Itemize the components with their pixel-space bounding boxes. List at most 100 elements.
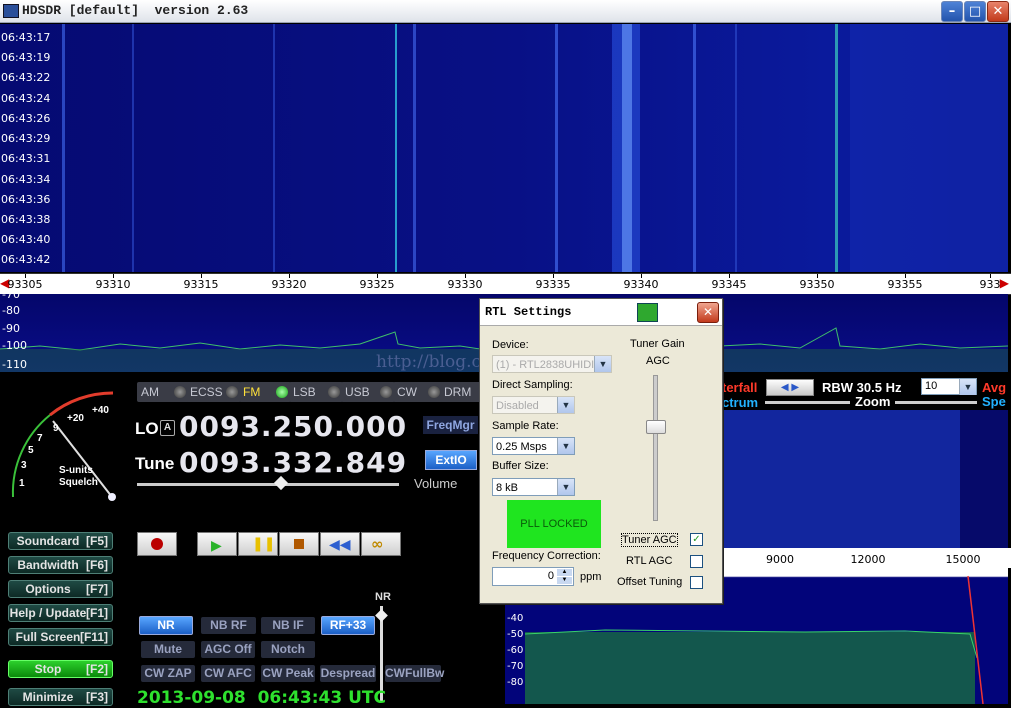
spin-down-icon[interactable]: ▼ (557, 577, 572, 584)
avg-label: Avg (982, 380, 1007, 395)
meter-label-9: 9 (53, 423, 59, 434)
timestamp-label: 06:43:17 (1, 31, 51, 44)
scroll-right-icon[interactable]: ▶ (1000, 276, 1009, 290)
soundcard-button[interactable]: Soundcard [F5] (8, 532, 113, 550)
loop-button[interactable]: ∞ (361, 532, 401, 556)
frequency-tick-label: 93340 (623, 278, 659, 291)
mode-cw-button[interactable]: CW (393, 382, 443, 402)
led-icon (328, 386, 340, 398)
direct-sampling-label: Direct Sampling: (492, 379, 573, 391)
help-update-label: Help / Update (9, 606, 87, 620)
tuner-agc-checkbox[interactable]: ✓ (690, 533, 703, 546)
offset-tuning-checkbox[interactable] (690, 576, 703, 589)
nr-slider-label: NR (375, 591, 391, 603)
rf-gain-button[interactable]: RF+33 (321, 616, 375, 635)
record-button[interactable] (137, 532, 177, 556)
options-button[interactable]: Options [F7] (8, 580, 113, 598)
mode-lsb-button[interactable]: LSB (289, 382, 343, 402)
tuner-gain-thumb[interactable] (646, 420, 666, 434)
waterfall-display[interactable] (0, 24, 1008, 272)
mode-fm-label: FM (243, 385, 261, 399)
direct-sampling-select[interactable]: Disabled ▼ (492, 396, 575, 414)
rtl-agc-checkbox[interactable] (690, 555, 703, 568)
device-select[interactable]: (1) - RTL2838UHIDIR ▼ (492, 355, 612, 373)
minimize-window-button[interactable]: – (941, 1, 963, 22)
minimize-key: [F3] (86, 690, 108, 704)
timestamp-label: 06:43:34 (1, 173, 51, 186)
notch-button[interactable]: Notch (261, 641, 315, 658)
cw-zap-button[interactable]: CW ZAP (141, 665, 195, 682)
extio-button[interactable]: ExtIO (425, 450, 477, 470)
ppm-label: ppm (580, 571, 602, 583)
datetime-display: 2013-09-08 06:43:43 UTC (137, 688, 386, 708)
help-update-key: [F1] (86, 606, 108, 620)
play-icon: ▶ (211, 537, 222, 553)
tune-frequency[interactable]: 0093.332.849 (179, 446, 407, 479)
mode-usb-button[interactable]: USB (341, 382, 395, 402)
bandwidth-key: [F6] (86, 558, 108, 572)
help-update-button[interactable]: Help / Update [F1] (8, 604, 113, 622)
audio-waterfall[interactable] (720, 410, 1008, 548)
frequency-tick (817, 274, 818, 278)
s-meter[interactable]: 1 3 5 7 9 +20 +40 S-units Squelch (5, 385, 130, 510)
cw-peak-button[interactable]: CW Peak (261, 665, 315, 682)
dialog-close-button[interactable]: ✕ (697, 302, 719, 323)
frequency-tick-label: 93330 (447, 278, 483, 291)
play-button[interactable]: ▶ (197, 532, 237, 556)
stop-key: [F2] (86, 662, 108, 676)
spin-up-icon[interactable]: ▲ (557, 569, 572, 576)
spectrum-slider-1[interactable] (765, 401, 850, 404)
nr-button[interactable]: NR (139, 616, 193, 635)
buffer-size-select[interactable]: 8 kB ▼ (492, 478, 575, 496)
meter-caption-squelch: Squelch (59, 477, 98, 488)
cw-fullbw-button[interactable]: CWFullBw (385, 665, 444, 682)
mode-am-label: AM (141, 385, 159, 399)
despread-button[interactable]: Despread (320, 665, 376, 682)
frequency-tick-label: 93355 (887, 278, 923, 291)
dialog-pin-icon[interactable] (637, 303, 658, 322)
led-icon (428, 386, 440, 398)
frequency-scale[interactable]: ◀ ▶ 93305 93310 93315 93320 93325 93330 93335 9… (0, 273, 1011, 295)
meter-label-20: +20 (67, 413, 84, 424)
mode-drm-button[interactable]: DRM (440, 382, 484, 402)
agc-button[interactable]: AGC Off (201, 641, 255, 658)
frequency-tick (990, 274, 991, 278)
pause-button[interactable]: ❚❚ (238, 532, 278, 556)
audio-db-label: -70 (507, 661, 524, 672)
mode-usb-label: USB (345, 385, 370, 399)
tuner-gain-slider[interactable] (653, 375, 658, 521)
audio-db-label: -60 (507, 645, 524, 656)
cw-afc-button[interactable]: CW AFC (201, 665, 255, 682)
audio-frequency-label: 15000 (945, 553, 981, 566)
full-screen-button[interactable]: Full Screen [F11] (8, 628, 113, 646)
stop-button[interactable]: Stop [F2] (8, 660, 113, 678)
rtl-agc-label: RTL AGC (626, 555, 673, 567)
maximize-window-button[interactable]: □ (964, 1, 986, 22)
frequency-correction-input[interactable]: 0 ▲ ▼ (492, 567, 574, 586)
nb-rf-button[interactable]: NB RF (201, 617, 256, 634)
zoom-slider[interactable] (895, 401, 977, 404)
lo-lock-badge[interactable]: A (160, 420, 175, 436)
mute-button[interactable]: Mute (141, 641, 195, 658)
volume-slider[interactable] (137, 483, 399, 486)
frequency-tick (465, 274, 466, 278)
stop-playback-button[interactable] (279, 532, 319, 556)
avg-select[interactable]: 10 ▼ (921, 378, 977, 395)
sample-rate-value: 0.25 Msps (496, 441, 547, 453)
freqmgr-button[interactable]: FreqMgr (423, 416, 478, 434)
close-window-button[interactable]: ✕ (987, 1, 1009, 22)
minimize-button[interactable]: Minimize [F3] (8, 688, 113, 706)
bandwidth-button[interactable]: Bandwidth [F6] (8, 556, 113, 574)
mode-cw-label: CW (397, 385, 417, 399)
mode-ecss-button[interactable]: ECSS (186, 382, 241, 402)
lo-frequency[interactable]: 0093.250.000 (179, 410, 407, 443)
rewind-button[interactable]: ◀◀ (320, 532, 360, 556)
mode-fm-button[interactable]: FM (239, 382, 291, 402)
audio-db-label: -40 (507, 613, 524, 624)
db-label: -80 (2, 304, 20, 317)
mode-am-button[interactable]: AM (137, 382, 189, 402)
mode-ecss-label: ECSS (190, 385, 223, 399)
waterfall-speed-arrows[interactable]: ◀ ▶ (766, 379, 814, 396)
sample-rate-select[interactable]: 0.25 Msps ▼ (492, 437, 575, 455)
nb-if-button[interactable]: NB IF (261, 617, 315, 634)
